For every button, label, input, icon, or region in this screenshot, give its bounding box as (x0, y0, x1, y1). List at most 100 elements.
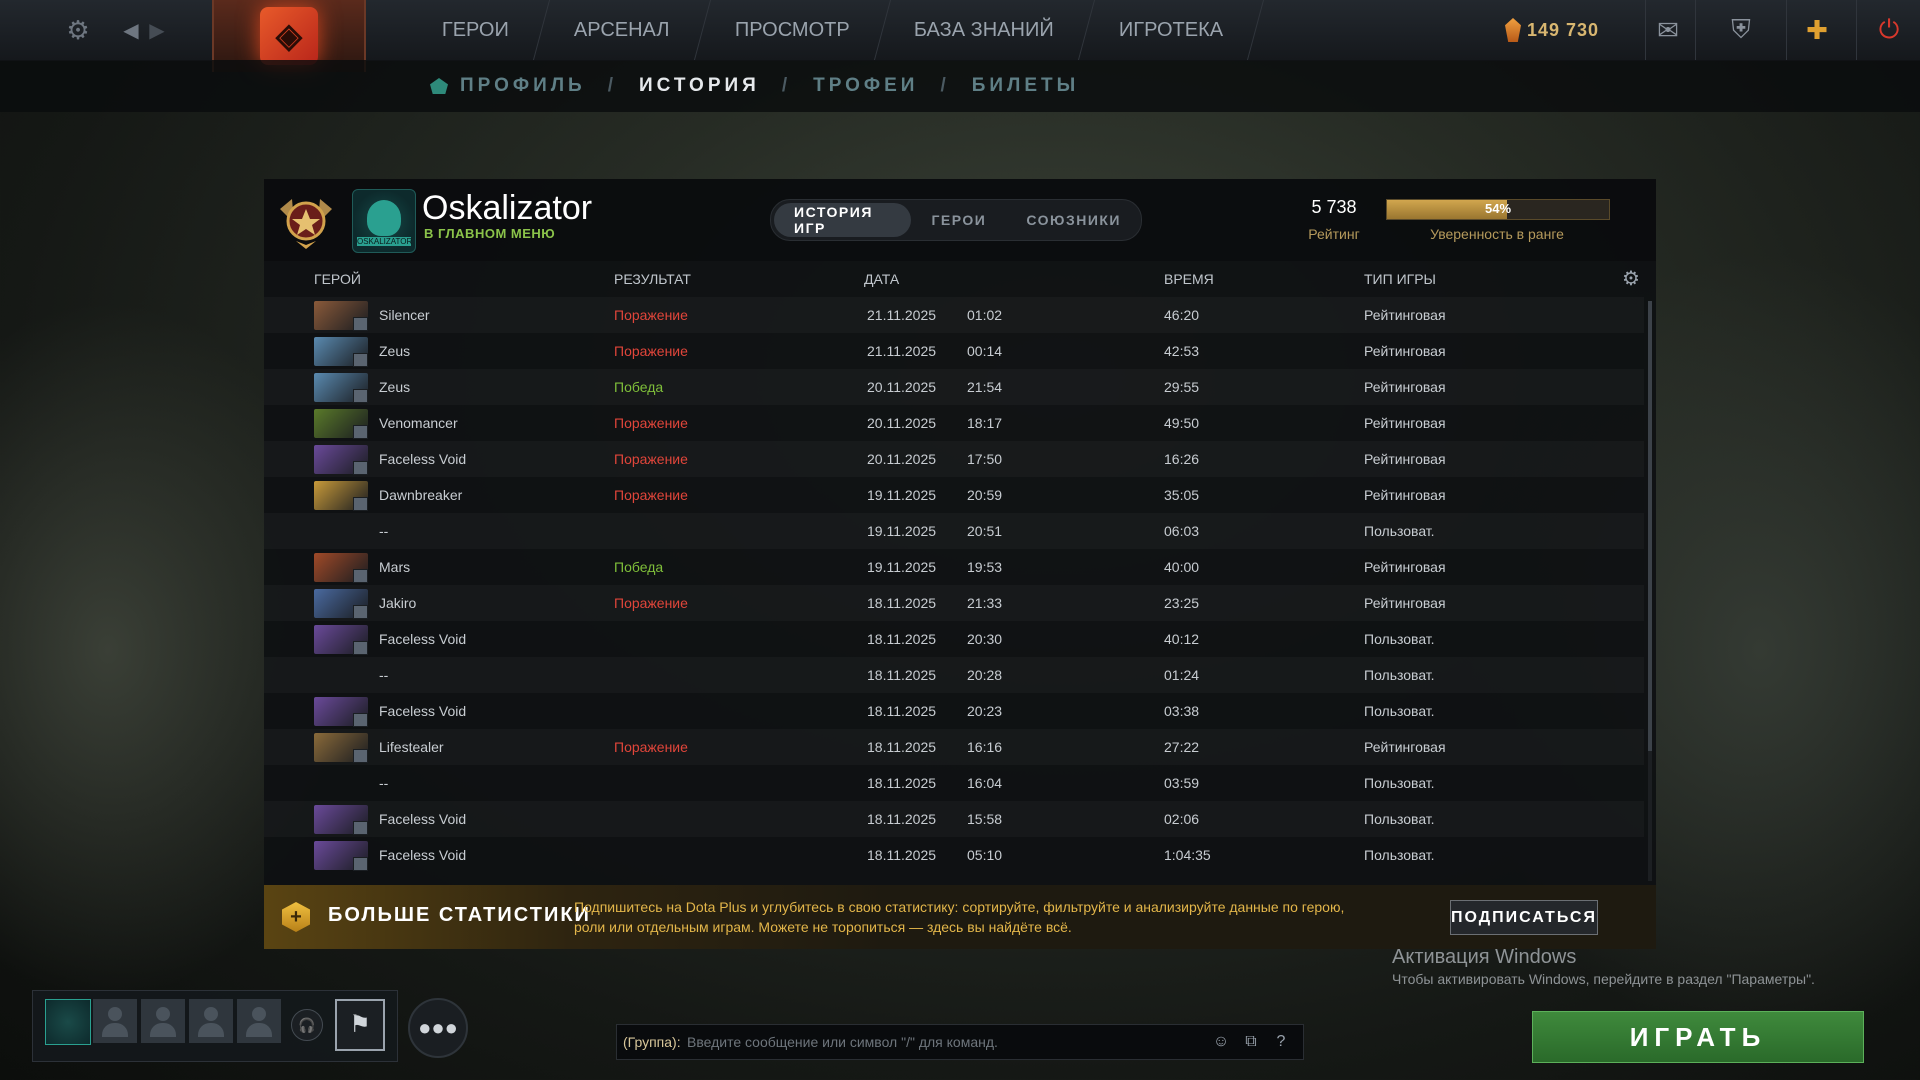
player-status: В ГЛАВНОМ МЕНЮ (424, 226, 556, 241)
party-bar: 🎧 ⚑ (32, 990, 398, 1062)
table-row[interactable]: -- 19.11.2025 20:51 06:03 Пользоват. (264, 513, 1644, 549)
shards-value: 149 730 (1527, 19, 1600, 40)
hero-name: -- (379, 523, 389, 539)
header-duration[interactable]: ВРЕМЯ (1164, 271, 1214, 287)
mail-icon[interactable]: ✉ (1645, 0, 1690, 60)
game-type: Рейтинговая (1364, 307, 1446, 323)
match-duration: 29:55 (1164, 379, 1200, 395)
subnav-profile[interactable]: ПРОФИЛЬ (430, 75, 586, 97)
header-game-type[interactable]: ТИП ИГРЫ (1364, 271, 1436, 287)
match-time: 20:28 (967, 667, 1003, 683)
match-duration: 49:50 (1164, 415, 1200, 431)
power-icon[interactable]: ⏻ (1856, 0, 1920, 60)
table-settings-gear-icon[interactable]: ⚙ (1622, 269, 1642, 289)
rank-medal-icon (280, 199, 332, 249)
game-type: Пользоват. (1364, 667, 1435, 683)
header-result[interactable]: РЕЗУЛЬТАТ (614, 271, 691, 287)
table-row[interactable]: Silencer Поражение 21.11.2025 01:02 46:20 Рей… (264, 297, 1644, 333)
hero-name: Faceless Void (379, 451, 467, 467)
party-slot-self[interactable] (45, 999, 91, 1045)
match-duration: 02:06 (1164, 811, 1200, 827)
nav-armory[interactable]: АРСЕНАЛ (533, 0, 711, 60)
collection-icon[interactable]: ⛨ (1695, 0, 1786, 60)
match-date: 18.11.2025 (867, 739, 937, 755)
profile-header: OSKALIZATOR Oskalizator В ГЛАВНОМ МЕНЮ И… (264, 179, 1656, 261)
chat-input[interactable]: (Группа): Введите сообщение или символ "… (616, 1024, 1304, 1060)
table-row[interactable]: Faceless Void Поражение 20.11.2025 17:50 16:… (264, 441, 1644, 477)
table-row[interactable]: Dawnbreaker Поражение 19.11.2025 20:59 35:05… (264, 477, 1644, 513)
back-arrow-icon[interactable]: ◀ (118, 0, 144, 60)
subscribe-button[interactable]: ПОДПИСАТЬСЯ (1450, 900, 1598, 935)
game-type: Рейтинговая (1364, 451, 1446, 467)
match-date: 18.11.2025 (867, 667, 937, 683)
avatar-skull-icon (367, 200, 401, 236)
header-date[interactable]: ДАТА (864, 271, 899, 287)
match-time: 17:50 (967, 451, 1003, 467)
table-row[interactable]: Lifestealer Поражение 18.11.2025 16:16 27:22… (264, 729, 1644, 765)
windows-activation-watermark: Активация Windows Чтобы активировать Win… (1392, 946, 1815, 987)
battle-banner-icon[interactable]: ⚑ (335, 999, 385, 1051)
emoji-icon[interactable]: ☺ (1211, 1032, 1231, 1052)
nav-arcade[interactable]: ИГРОТЕКА (1079, 0, 1265, 60)
match-date: 20.11.2025 (867, 451, 937, 467)
shards-currency[interactable]: 149 730 (1505, 0, 1599, 60)
table-row[interactable]: Faceless Void 18.11.2025 20:30 40:12 Пользов… (264, 621, 1644, 657)
table-row[interactable]: -- 18.11.2025 16:04 03:59 Пользоват. (264, 765, 1644, 801)
table-row[interactable]: Jakiro Поражение 18.11.2025 21:33 23:25 Рейти… (264, 585, 1644, 621)
table-row[interactable]: Faceless Void 18.11.2025 20:23 03:38 Пользов… (264, 693, 1644, 729)
game-type: Рейтинговая (1364, 595, 1446, 611)
tab-allies[interactable]: СОЮЗНИКИ (1006, 203, 1141, 237)
table-row[interactable]: Zeus Победа 20.11.2025 21:54 29:55 Рейтингова… (264, 369, 1644, 405)
chat-window-icon[interactable]: ⧉ (1241, 1032, 1261, 1052)
party-slot-empty[interactable] (189, 999, 233, 1043)
table-row[interactable]: Zeus Поражение 21.11.2025 00:14 42:53 Рейтинг… (264, 333, 1644, 369)
game-type: Пользоват. (1364, 775, 1435, 791)
top-bar: ⚙ ◀ ▶ ◈ ГЕРОИ АРСЕНАЛ ПРОСМОТР БАЗА ЗНАН… (0, 0, 1920, 72)
match-date: 18.11.2025 (867, 631, 937, 647)
tab-match-history[interactable]: ИСТОРИЯ ИГР (774, 203, 912, 237)
game-type: Пользоват. (1364, 811, 1435, 827)
match-date: 18.11.2025 (867, 703, 937, 719)
confidence-bar: 54% (1386, 199, 1610, 220)
tab-heroes[interactable]: ГЕРОИ (911, 203, 1006, 237)
forward-arrow-icon[interactable]: ▶ (144, 0, 170, 60)
party-slot-empty[interactable] (237, 999, 281, 1043)
match-duration: 40:12 (1164, 631, 1200, 647)
hero-name: Faceless Void (379, 703, 467, 719)
hero-name: Zeus (379, 343, 411, 359)
nav-heroes[interactable]: ГЕРОИ (401, 0, 551, 60)
header-hero[interactable]: ГЕРОЙ (314, 271, 361, 287)
dota-plus-icon[interactable]: ✚ (1786, 0, 1847, 60)
scrollbar[interactable] (1648, 301, 1652, 881)
hero-name: -- (379, 667, 389, 683)
hero-role-badge-icon (353, 569, 368, 583)
subnav-history[interactable]: ИСТОРИЯ (639, 75, 760, 97)
match-date: 20.11.2025 (867, 379, 937, 395)
group-menu-icon[interactable]: ●●● (408, 998, 468, 1058)
nav-learn[interactable]: БАЗА ЗНАНИЙ (874, 0, 1096, 60)
party-slot-empty[interactable] (93, 999, 137, 1043)
scrollbar-thumb[interactable] (1648, 301, 1652, 751)
avatar[interactable]: OSKALIZATOR (352, 189, 416, 253)
game-type: Рейтинговая (1364, 559, 1446, 575)
voice-chat-icon[interactable]: 🎧 (291, 1009, 323, 1041)
table-row[interactable]: Mars Победа 19.11.2025 19:53 40:00 Рейтингова… (264, 549, 1644, 585)
windows-activation-title: Активация Windows (1392, 946, 1577, 968)
table-row[interactable]: -- 18.11.2025 20:28 01:24 Пользоват. (264, 657, 1644, 693)
nav-watch[interactable]: ПРОСМОТР (694, 0, 891, 60)
subnav-tickets[interactable]: БИЛЕТЫ (972, 75, 1080, 97)
hero-role-badge-icon (353, 821, 368, 835)
match-date: 18.11.2025 (867, 811, 937, 827)
table-row[interactable]: Faceless Void 18.11.2025 05:10 1:04:35 Польз… (264, 837, 1644, 873)
dota-logo-icon: ◈ (260, 7, 318, 65)
party-slot-empty[interactable] (141, 999, 185, 1043)
table-row[interactable]: Faceless Void 18.11.2025 15:58 02:06 Пользов… (264, 801, 1644, 837)
help-icon[interactable]: ? (1271, 1032, 1291, 1052)
hero-role-badge-icon (353, 389, 368, 403)
settings-gear-icon[interactable]: ⚙ (58, 0, 98, 60)
match-time: 20:23 (967, 703, 1003, 719)
dota-plus-promo: + БОЛЬШЕ СТАТИСТИКИ Подпишитесь на Dota … (264, 885, 1656, 949)
play-button[interactable]: ИГРАТЬ (1532, 1011, 1864, 1063)
table-row[interactable]: Venomancer Поражение 20.11.2025 18:17 49:50 Р… (264, 405, 1644, 441)
subnav-trophies[interactable]: ТРОФЕИ (813, 75, 918, 97)
